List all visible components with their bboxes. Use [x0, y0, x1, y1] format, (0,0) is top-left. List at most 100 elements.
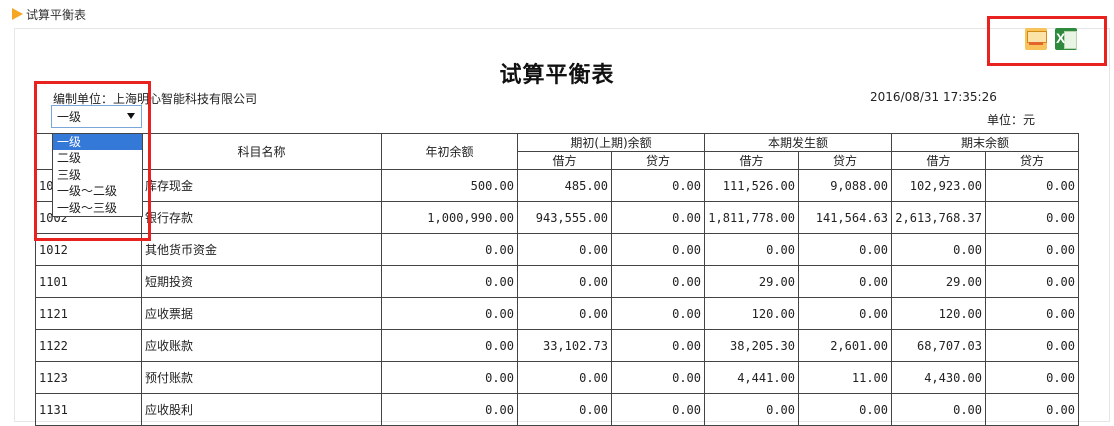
cell-code: 1121 — [35, 297, 142, 330]
cell-change-credit: 141,564.63 — [798, 201, 892, 234]
level-option[interactable]: 一级～三级 — [53, 200, 142, 216]
cell-end-debit: 29.00 — [891, 265, 986, 298]
header-period-change: 本期发生额 — [704, 133, 892, 152]
cell-code: 1123 — [35, 361, 142, 394]
cell-start-credit: 0.00 — [611, 201, 705, 234]
cell-end-credit: 0.00 — [985, 233, 1079, 266]
cell-opening: 0.00 — [381, 233, 518, 266]
cell-end-credit: 0.00 — [985, 393, 1079, 426]
level-option[interactable]: 一级～二级 — [53, 183, 142, 199]
cell-start-debit: 0.00 — [517, 233, 612, 266]
cell-end-credit: 0.00 — [985, 265, 1079, 298]
cell-end-debit: 68,707.03 — [891, 329, 986, 362]
report-timestamp: 2016/08/31 17:35:26 — [870, 90, 997, 104]
cell-start-credit: 0.00 — [611, 297, 705, 330]
table-row: 1101 短期投资 0.00 0.00 0.00 29.00 0.00 29.0… — [35, 265, 1079, 298]
cell-start-credit: 0.00 — [611, 169, 705, 202]
cell-start-debit: 485.00 — [517, 169, 612, 202]
header-account-name: 科目名称 — [141, 133, 382, 170]
cell-start-debit: 0.00 — [517, 265, 612, 298]
cell-start-credit: 0.00 — [611, 329, 705, 362]
cell-end-debit: 2,613,768.37 — [891, 201, 986, 234]
cell-opening: 0.00 — [381, 393, 518, 426]
cell-change-debit: 38,205.30 — [704, 329, 799, 362]
cell-code: 1122 — [35, 329, 142, 362]
cell-name: 库存现金 — [141, 169, 382, 202]
cell-change-credit: 9,088.00 — [798, 169, 892, 202]
cell-opening: 1,000,990.00 — [381, 201, 518, 234]
table-row: 10 库存现金 500.00 485.00 0.00 111,526.00 9,… — [35, 169, 1079, 202]
breadcrumb: 试算平衡表 — [12, 6, 86, 22]
cell-end-credit: 0.00 — [985, 297, 1079, 330]
cell-opening: 0.00 — [381, 329, 518, 362]
header-end-debit: 借方 — [891, 151, 986, 170]
cell-change-credit: 11.00 — [798, 361, 892, 394]
level-option[interactable]: 一级 — [53, 134, 142, 151]
cell-change-credit: 0.00 — [798, 393, 892, 426]
level-option[interactable]: 三级 — [53, 167, 142, 183]
table-row: 1131 应收股利 0.00 0.00 0.00 0.00 0.00 0.00 … — [35, 393, 1079, 426]
table-row: 1012 其他货币资金 0.00 0.00 0.00 0.00 0.00 0.0… — [35, 233, 1079, 266]
cell-start-debit: 943,555.00 — [517, 201, 612, 234]
cell-name: 其他货币资金 — [141, 233, 382, 266]
breadcrumb-arrow-icon — [12, 8, 23, 20]
cell-change-credit: 2,601.00 — [798, 329, 892, 362]
header-start-debit: 借方 — [517, 151, 612, 170]
table-row: 1122 应收账款 0.00 33,102.73 0.00 38,205.30 … — [35, 329, 1079, 362]
cell-opening: 0.00 — [381, 297, 518, 330]
cell-opening: 0.00 — [381, 265, 518, 298]
report-title: 试算平衡表 — [499, 62, 615, 88]
cell-name: 应收账款 — [141, 329, 382, 362]
cell-end-credit: 0.00 — [985, 169, 1079, 202]
cell-change-debit: 120.00 — [704, 297, 799, 330]
cell-start-debit: 0.00 — [517, 393, 612, 426]
cell-name: 短期投资 — [141, 265, 382, 298]
header-period-start: 期初(上期)余额 — [517, 133, 705, 152]
level-dropdown: 一级 二级 三级 一级～二级 一级～三级 — [52, 133, 143, 217]
cell-change-debit: 0.00 — [704, 233, 799, 266]
trial-balance-table: 科目名称 年初余额 期初(上期)余额 本期发生额 期末余额 借方 贷方 借方 贷… — [35, 133, 1079, 426]
cell-start-credit: 0.00 — [611, 233, 705, 266]
cell-end-debit: 102,923.00 — [891, 169, 986, 202]
cell-code: 1131 — [35, 393, 142, 426]
table-row: 1002 银行存款 1,000,990.00 943,555.00 0.00 1… — [35, 201, 1079, 234]
cell-name: 应收股利 — [141, 393, 382, 426]
cell-name: 银行存款 — [141, 201, 382, 234]
cell-change-debit: 111,526.00 — [704, 169, 799, 202]
level-option[interactable]: 二级 — [53, 150, 142, 166]
cell-change-credit: 0.00 — [798, 265, 892, 298]
table-row: 1123 预付账款 0.00 0.00 0.00 4,441.00 11.00 … — [35, 361, 1079, 394]
cell-change-debit: 29.00 — [704, 265, 799, 298]
breadcrumb-label[interactable]: 试算平衡表 — [26, 6, 86, 23]
cell-start-debit: 33,102.73 — [517, 329, 612, 362]
cell-change-debit: 1,811,778.00 — [704, 201, 799, 234]
cell-end-debit: 0.00 — [891, 233, 986, 266]
cell-name: 预付账款 — [141, 361, 382, 394]
cell-end-credit: 0.00 — [985, 361, 1079, 394]
cell-opening: 0.00 — [381, 361, 518, 394]
cell-start-credit: 0.00 — [611, 361, 705, 394]
header-end-credit: 贷方 — [985, 151, 1079, 170]
cell-code: 1101 — [35, 265, 142, 298]
cell-end-debit: 120.00 — [891, 297, 986, 330]
cell-start-credit: 0.00 — [611, 265, 705, 298]
cell-start-credit: 0.00 — [611, 393, 705, 426]
header-period-end: 期末余额 — [891, 133, 1079, 152]
cell-end-credit: 0.00 — [985, 201, 1079, 234]
cell-change-credit: 0.00 — [798, 297, 892, 330]
header-start-credit: 贷方 — [611, 151, 705, 170]
cell-opening: 500.00 — [381, 169, 518, 202]
cell-start-debit: 0.00 — [517, 361, 612, 394]
cell-change-debit: 0.00 — [704, 393, 799, 426]
table-row: 1121 应收票据 0.00 0.00 0.00 120.00 0.00 120… — [35, 297, 1079, 330]
header-change-debit: 借方 — [704, 151, 799, 170]
header-change-credit: 贷方 — [798, 151, 892, 170]
header-opening-balance: 年初余额 — [381, 133, 518, 170]
cell-end-credit: 0.00 — [985, 329, 1079, 362]
cell-change-credit: 0.00 — [798, 233, 892, 266]
cell-end-debit: 0.00 — [891, 393, 986, 426]
cell-start-debit: 0.00 — [517, 297, 612, 330]
cell-change-debit: 4,441.00 — [704, 361, 799, 394]
cell-name: 应收票据 — [141, 297, 382, 330]
currency-unit: 单位：元 — [987, 113, 1036, 127]
